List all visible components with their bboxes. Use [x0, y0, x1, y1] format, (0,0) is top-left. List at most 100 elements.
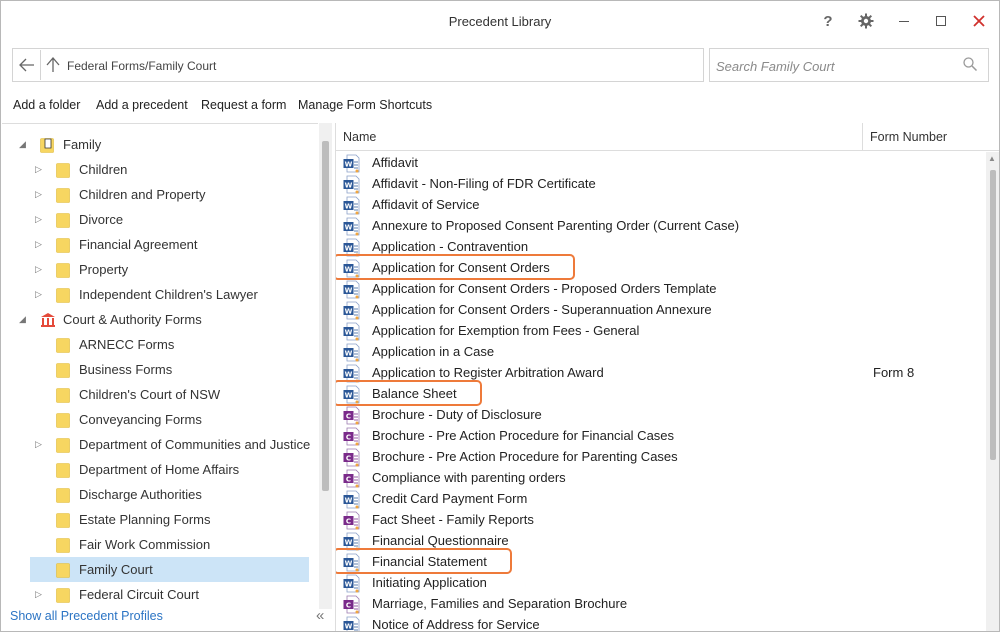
word-document-icon: W [343, 616, 360, 631]
list-row[interactable]: W Notice of Address for Service [336, 615, 986, 631]
collapse-arrow-icon[interactable]: ◢ [19, 314, 29, 324]
list-row[interactable]: C Brochure - Pre Action Procedure for Par… [336, 447, 986, 468]
list-scrollbar-thumb[interactable] [990, 170, 996, 460]
tree-item-label: Discharge Authorities [79, 487, 202, 502]
precedent-library-window: Precedent Library ? Federal Forms/Family… [0, 0, 1000, 632]
list-row[interactable]: W Financial Questionnaire [336, 531, 986, 552]
folder-icon [56, 337, 70, 353]
list-row[interactable]: W Affidavit [336, 153, 986, 174]
column-header-form-number[interactable]: Form Number [870, 130, 947, 144]
column-divider[interactable] [862, 123, 863, 151]
tree-item[interactable]: Estate Planning Forms [2, 507, 312, 532]
column-header-name[interactable]: Name [343, 130, 376, 144]
manage-form-shortcuts-button[interactable]: Manage Form Shortcuts [298, 98, 432, 112]
search-input[interactable] [716, 57, 956, 75]
list-row[interactable]: W Balance Sheet [336, 384, 986, 405]
list-row[interactable]: W Initiating Application [336, 573, 986, 594]
tree-scrollbar[interactable] [319, 123, 332, 609]
list-row[interactable]: W Application - Contravention [336, 237, 986, 258]
list-row[interactable]: W Application in a Case [336, 342, 986, 363]
tree-item[interactable]: Conveyancing Forms [2, 407, 312, 432]
tree-item-label: Conveyancing Forms [79, 412, 202, 427]
list-row[interactable]: C Brochure - Duty of Disclosure [336, 405, 986, 426]
list-row[interactable]: W Application for Exemption from Fees - G… [336, 321, 986, 342]
up-arrow-icon[interactable] [43, 54, 63, 76]
search-box[interactable] [709, 48, 989, 82]
tree-item[interactable]: Family Court [30, 557, 309, 582]
tree-item[interactable]: ▷ Federal Circuit Court [2, 582, 312, 607]
list-row[interactable]: W Application for Consent Orders - Propos… [336, 279, 986, 300]
request-form-button[interactable]: Request a form [201, 98, 286, 112]
tree-item[interactable]: ARNECC Forms [2, 332, 312, 357]
folder-icon [56, 362, 70, 378]
close-icon[interactable] [964, 7, 994, 35]
expand-arrow-icon[interactable]: ▷ [35, 264, 45, 274]
tree-scrollbar-thumb[interactable] [322, 141, 329, 491]
tree-item-label: Financial Agreement [79, 237, 198, 252]
expand-arrow-icon[interactable]: ▷ [35, 589, 45, 599]
tree-item[interactable]: ▷ Property [2, 257, 312, 282]
word-document-icon: W [343, 196, 360, 215]
tree-item-label: Children [79, 162, 128, 177]
list-row[interactable]: W Application for Consent Orders [336, 258, 986, 279]
list-scrollbar[interactable]: ▲ [986, 152, 999, 631]
tree-item[interactable]: Discharge Authorities [2, 482, 312, 507]
tree-item[interactable]: ▷ Department of Communities and Justice [2, 432, 312, 457]
svg-text:C: C [346, 434, 351, 442]
folder-icon [56, 212, 70, 228]
document-folder-icon [40, 137, 54, 153]
precedent-list: Name Form Number W Affidavit W Affidavit - … [335, 123, 999, 631]
gear-icon[interactable] [851, 7, 881, 35]
tree-item[interactable]: ◢ Court & Authority Forms [2, 307, 312, 332]
collapse-pane-icon[interactable]: « [316, 607, 324, 624]
list-row[interactable]: C Compliance with parenting orders [336, 468, 986, 489]
window-title: Precedent Library [448, 14, 552, 29]
expand-arrow-icon[interactable]: ▷ [35, 239, 45, 249]
tree-item[interactable]: Children's Court of NSW [2, 382, 312, 407]
tree-item[interactable]: ▷ Children [2, 157, 312, 182]
svg-text:W: W [345, 497, 353, 505]
back-arrow-icon[interactable] [16, 54, 38, 76]
list-row[interactable]: C Brochure - Pre Action Procedure for Fin… [336, 426, 986, 447]
address-bar[interactable]: Federal Forms/Family Court [12, 48, 704, 82]
list-row[interactable]: C Fact Sheet - Family Reports [336, 510, 986, 531]
tree-item[interactable]: ▷ Financial Agreement [2, 232, 312, 257]
add-folder-button[interactable]: Add a folder [13, 98, 80, 112]
tree-item[interactable]: ▷ Children and Property [2, 182, 312, 207]
list-row[interactable]: W Application for Consent Orders - Supera… [336, 300, 986, 321]
list-row[interactable]: W Application to Register Arbitration Awa… [336, 363, 986, 384]
row-name: Compliance with parenting orders [372, 470, 566, 485]
expand-arrow-icon[interactable]: ▷ [35, 289, 45, 299]
tree-item-label: Federal Circuit Court [79, 587, 199, 602]
document-form-icon: C [343, 511, 360, 530]
minimize-icon[interactable] [889, 7, 919, 35]
list-row[interactable]: W Financial Statement [336, 552, 986, 573]
row-name: Application in a Case [372, 344, 495, 359]
tree-item[interactable]: Department of Home Affairs [2, 457, 312, 482]
list-row[interactable]: W Annexure to Proposed Consent Parenting … [336, 216, 986, 237]
expand-arrow-icon[interactable]: ▷ [35, 189, 45, 199]
expand-arrow-icon[interactable]: ▷ [35, 214, 45, 224]
tree-item-label: Children and Property [79, 187, 206, 202]
tree-item[interactable]: ◢ Family [2, 132, 312, 157]
add-precedent-button[interactable]: Add a precedent [96, 98, 188, 112]
tree-item[interactable]: ▷ Divorce [2, 207, 312, 232]
list-row[interactable]: W Affidavit of Service [336, 195, 986, 216]
scroll-up-icon[interactable]: ▲ [988, 154, 996, 163]
search-icon[interactable] [962, 56, 980, 74]
collapse-arrow-icon[interactable]: ◢ [19, 139, 29, 149]
tree-item[interactable]: Fair Work Commission [2, 532, 312, 557]
list-row[interactable]: W Affidavit - Non-Filing of FDR Certifica… [336, 174, 986, 195]
maximize-icon[interactable] [926, 7, 956, 35]
row-name: Application for Exemption from Fees - Ge… [372, 323, 640, 338]
show-all-precedent-profiles-link[interactable]: Show all Precedent Profiles [10, 609, 163, 623]
expand-arrow-icon[interactable]: ▷ [35, 439, 45, 449]
word-document-icon: W [343, 364, 360, 383]
list-row[interactable]: W Credit Card Payment Form [336, 489, 986, 510]
list-row[interactable]: C Marriage, Families and Separation Broch… [336, 594, 986, 615]
tree-item[interactable]: ▷ Independent Children's Lawyer [2, 282, 312, 307]
svg-text:W: W [345, 203, 353, 211]
expand-arrow-icon[interactable]: ▷ [35, 164, 45, 174]
help-icon[interactable]: ? [813, 7, 843, 35]
tree-item[interactable]: Business Forms [2, 357, 312, 382]
